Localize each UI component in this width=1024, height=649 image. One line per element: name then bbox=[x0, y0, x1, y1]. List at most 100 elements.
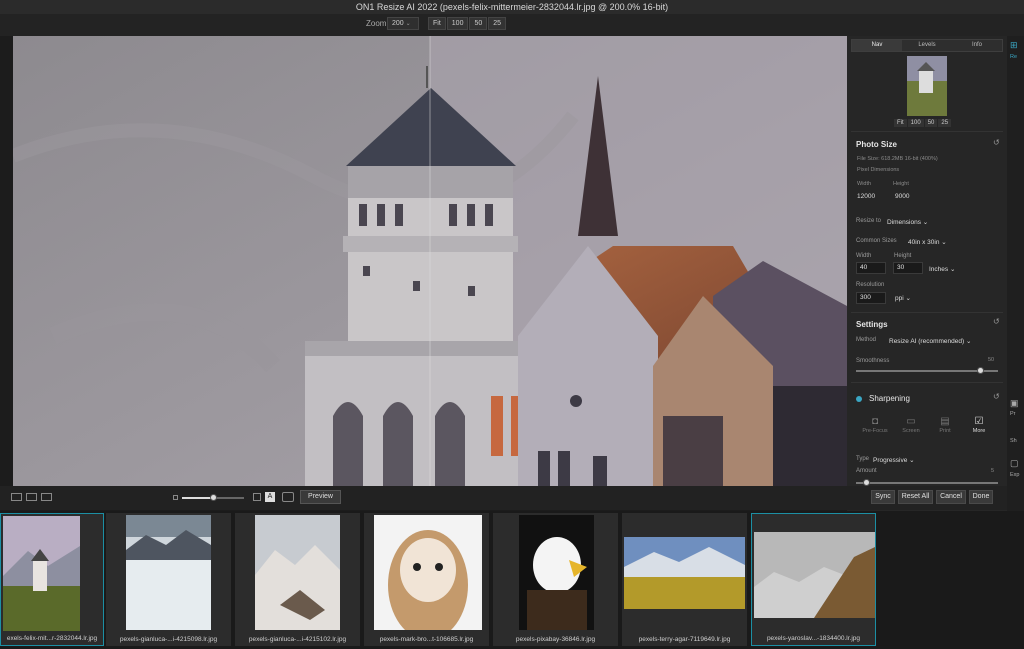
filmstrip-item[interactable]: pexels-pixabay-36846.lr.jpg bbox=[493, 513, 618, 646]
amount-slider-handle[interactable] bbox=[863, 479, 870, 486]
pixel-height-value: 9000 bbox=[895, 193, 910, 200]
amount-label: Amount bbox=[856, 468, 877, 474]
zoom-select[interactable]: 200 ⌄ bbox=[387, 17, 419, 30]
tab-info[interactable]: Info bbox=[952, 40, 1002, 51]
zoom-25-button[interactable]: 25 bbox=[488, 17, 507, 30]
resolution-unit-value: ppi bbox=[895, 295, 904, 302]
smoothness-value: 50 bbox=[988, 357, 995, 363]
filmstrip-item[interactable]: pexels-mark-bro...t-106685.lr.jpg bbox=[364, 513, 489, 646]
method-select[interactable]: Resize AI (recommended) ⌄ bbox=[889, 337, 971, 345]
filmstrip-item[interactable]: exels-felix-mit...r-2832044.lr.jpg bbox=[0, 513, 104, 646]
method-value: Resize AI (recommended) bbox=[889, 338, 965, 345]
filmstrip-item[interactable]: pexels-gianluca-...i-4215098.lr.jpg bbox=[106, 513, 231, 646]
tab-nav[interactable]: Nav bbox=[852, 40, 902, 51]
filmstrip: exels-felix-mit...r-2832044.lr.jpg pexel… bbox=[0, 511, 1024, 649]
auto-icon[interactable]: A bbox=[265, 492, 275, 502]
sharpening-prefocus-option[interactable]: ◘ Pre-Focus bbox=[860, 416, 890, 434]
right-panel: Nav Levels Info Fit 100 50 25 Photo Size… bbox=[847, 36, 1007, 511]
type-value: Progressive bbox=[873, 457, 908, 464]
pixel-width-label: Width bbox=[857, 181, 872, 187]
resize-module-label: Re bbox=[1010, 54, 1018, 60]
sharpening-title: Sharpening bbox=[869, 394, 910, 403]
navigator-thumbnail[interactable] bbox=[907, 56, 947, 116]
sync-button[interactable]: Sync bbox=[871, 490, 895, 504]
common-sizes-value: 40in x 30in bbox=[908, 239, 940, 246]
width-field[interactable]: 40 bbox=[856, 262, 886, 274]
width-label: Width bbox=[856, 253, 872, 259]
filmstrip-item[interactable]: pexels-terry-agar-7119649.lr.jpg bbox=[622, 513, 747, 646]
zoom-50-button[interactable]: 50 bbox=[469, 17, 488, 30]
thumbnail-castle bbox=[3, 516, 80, 631]
panel-tabs: Nav Levels Info bbox=[851, 39, 1003, 52]
resolution-field[interactable]: 300 bbox=[856, 292, 886, 304]
common-sizes-select[interactable]: 40in x 30in ⌄ bbox=[908, 238, 947, 246]
unit-select[interactable]: Inches ⌄ bbox=[929, 265, 955, 273]
zoom-out-icon[interactable] bbox=[173, 495, 178, 500]
split-view-icon[interactable] bbox=[26, 493, 37, 501]
checkbox-icon: ☑ bbox=[974, 416, 984, 427]
filmstrip-item[interactable]: pexels-gianluca-...i-4215102.lr.jpg bbox=[235, 513, 360, 646]
more-label: More bbox=[972, 428, 986, 434]
filmstrip-caption: exels-felix-mit...r-2832044.lr.jpg bbox=[6, 635, 98, 642]
resize-to-label: Resize to bbox=[856, 218, 882, 224]
camera-toggle-icon[interactable] bbox=[282, 492, 294, 502]
filmstrip-item[interactable]: pexels-yaroslav...-1834400.lr.jpg bbox=[751, 513, 876, 646]
sharpening-enabled-dot[interactable] bbox=[856, 396, 862, 402]
filmstrip-caption: pexels-terry-agar-7119649.lr.jpg bbox=[638, 636, 731, 643]
zoom-fit-button[interactable]: Fit bbox=[428, 17, 446, 30]
photo-size-reset-icon[interactable]: ↺ bbox=[993, 138, 1000, 147]
monitor-icon: ▭ bbox=[906, 416, 916, 427]
print-module-icon[interactable]: ▣ bbox=[1010, 398, 1019, 409]
divider bbox=[851, 131, 1003, 132]
zoom-presets: Fit 100 50 25 bbox=[428, 17, 507, 30]
thumbnail-size-handle[interactable] bbox=[210, 494, 217, 501]
smoothness-slider-handle[interactable] bbox=[977, 367, 984, 374]
file-size-text: File Size: 618.2MB 16-bit (400%) bbox=[857, 156, 938, 162]
castle-photo bbox=[13, 36, 847, 486]
resize-to-select[interactable]: Dimensions ⌄ bbox=[887, 218, 928, 226]
done-button[interactable]: Done bbox=[969, 490, 993, 504]
far-right-sidebar: ⊞ Re ▣ Pr Sh ▢ Exp bbox=[1007, 36, 1024, 511]
type-select[interactable]: Progressive ⌄ bbox=[873, 456, 915, 464]
divider bbox=[851, 312, 1003, 313]
resolution-unit-select[interactable]: ppi ⌄ bbox=[895, 294, 911, 302]
cancel-button[interactable]: Cancel bbox=[936, 490, 966, 504]
settings-reset-icon[interactable]: ↺ bbox=[993, 317, 1000, 326]
reset-all-button[interactable]: Reset All bbox=[898, 490, 933, 504]
filmstrip-caption: pexels-mark-bro...t-106685.lr.jpg bbox=[379, 636, 474, 643]
tab-levels[interactable]: Levels bbox=[902, 40, 952, 51]
nav-50-button[interactable]: 50 bbox=[924, 119, 938, 127]
nav-fit-button[interactable]: Fit bbox=[894, 119, 907, 127]
height-field[interactable]: 30 bbox=[893, 262, 923, 274]
grid-view-icon[interactable] bbox=[41, 493, 52, 501]
nav-25-button[interactable]: 25 bbox=[938, 119, 952, 127]
export-module-icon[interactable]: ▢ bbox=[1010, 458, 1019, 469]
sharpening-screen-option[interactable]: ▭ Screen bbox=[896, 416, 926, 434]
thumbnail-dolomites bbox=[255, 515, 340, 630]
window-title: ON1 Resize AI 2022 (pexels-felix-mitterm… bbox=[0, 0, 1024, 14]
thumbnail-autumn-mountains bbox=[624, 537, 745, 609]
export-module-label: Exp bbox=[1010, 472, 1020, 478]
unit-value: Inches bbox=[929, 266, 949, 273]
preview-button[interactable]: Preview bbox=[300, 490, 341, 504]
compare-toggle-icon[interactable] bbox=[253, 493, 261, 501]
zoom-100-button[interactable]: 100 bbox=[446, 17, 469, 30]
single-view-icon[interactable] bbox=[11, 493, 22, 501]
thumbnail-owl bbox=[374, 515, 482, 630]
amount-value: 5 bbox=[991, 468, 995, 474]
sharpening-print-option[interactable]: ▤ Print bbox=[930, 416, 960, 434]
resize-module-icon[interactable]: ⊞ bbox=[1010, 40, 1018, 51]
share-module-label: Sh bbox=[1010, 438, 1017, 444]
pixel-height-label: Height bbox=[893, 181, 909, 187]
common-sizes-label: Common Sizes bbox=[856, 238, 897, 244]
nav-100-button[interactable]: 100 bbox=[907, 119, 924, 127]
amount-slider[interactable] bbox=[856, 482, 998, 484]
thumbnail-eagle bbox=[519, 515, 594, 630]
zoom-value: 200 bbox=[392, 20, 404, 27]
filmstrip-caption: pexels-yaroslav...-1834400.lr.jpg bbox=[766, 635, 861, 642]
camera-icon: ◘ bbox=[871, 416, 879, 427]
sharpening-reset-icon[interactable]: ↺ bbox=[993, 392, 1000, 401]
sharpening-more-option[interactable]: ☑ More bbox=[964, 416, 994, 434]
pixel-dimensions-label: Pixel Dimensions bbox=[857, 167, 900, 173]
image-canvas[interactable] bbox=[13, 36, 847, 486]
